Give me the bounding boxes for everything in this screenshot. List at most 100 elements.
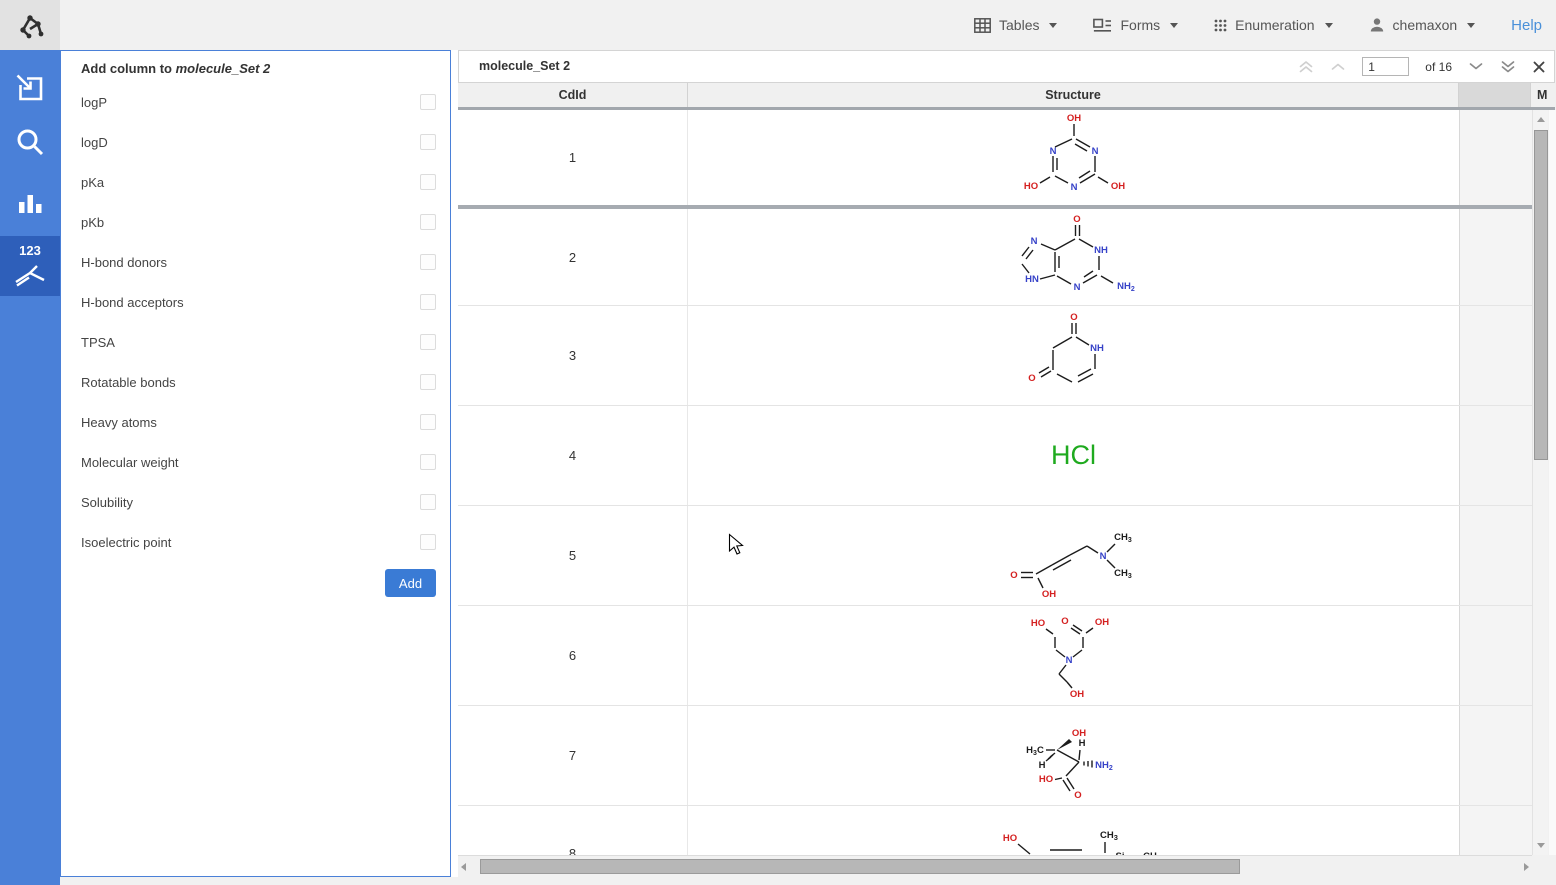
structure-drawing-partial: HO CH3 Si CH bbox=[688, 806, 1459, 855]
table-row-4[interactable]: 4 HCl bbox=[458, 406, 1532, 505]
table-row-1[interactable]: 1 N N N OH HO OH bbox=[458, 110, 1532, 205]
search-icon bbox=[14, 126, 46, 158]
checkbox-pKb[interactable] bbox=[420, 214, 436, 230]
chevron-down-icon bbox=[1467, 23, 1475, 28]
add-column-panel: Add column to molecule_Set 2 logP logD p… bbox=[60, 50, 451, 877]
svg-text:NH2: NH2 bbox=[1117, 281, 1135, 293]
svg-text:N: N bbox=[1070, 182, 1077, 193]
menu-enumeration[interactable]: Enumeration bbox=[1214, 17, 1332, 33]
double-chevron-down-icon bbox=[1500, 60, 1516, 73]
scroll-left-arrow-icon[interactable] bbox=[461, 863, 466, 871]
tables-grid-icon bbox=[974, 18, 991, 33]
svg-text:NH: NH bbox=[1090, 343, 1104, 354]
enumeration-dots-icon bbox=[1214, 19, 1227, 32]
close-grid-button[interactable] bbox=[1532, 60, 1546, 74]
table-row-7[interactable]: 7 H3C OH H H NH2 HO O bbox=[458, 706, 1532, 805]
menu-user-label: chemaxon bbox=[1393, 17, 1458, 33]
column-header-partial[interactable]: M bbox=[1531, 83, 1556, 107]
option-row-rotatable-bonds: Rotatable bonds bbox=[81, 363, 436, 403]
checkbox-logP[interactable] bbox=[420, 94, 436, 110]
cdid-value: 1 bbox=[569, 150, 576, 165]
svg-text:N: N bbox=[1030, 236, 1037, 247]
horizontal-scrollbar[interactable] bbox=[458, 855, 1532, 877]
top-menus: Tables Forms bbox=[974, 0, 1542, 50]
sidebar-item-search[interactable] bbox=[0, 122, 60, 162]
checkbox-tpsa[interactable] bbox=[420, 334, 436, 350]
checkbox-hbond-acceptors[interactable] bbox=[420, 294, 436, 310]
checkbox-rotatable-bonds[interactable] bbox=[420, 374, 436, 390]
vertical-scrollbar[interactable] bbox=[1532, 110, 1548, 855]
option-row-pKb: pKb bbox=[81, 203, 436, 243]
menu-user-chemaxon[interactable]: chemaxon bbox=[1369, 17, 1476, 33]
scroll-down-arrow-icon[interactable] bbox=[1537, 843, 1545, 848]
column-header-cdid[interactable]: CdId bbox=[458, 83, 688, 107]
checkbox-logD[interactable] bbox=[420, 134, 436, 150]
checkbox-hbond-donors[interactable] bbox=[420, 254, 436, 270]
menu-tables-label: Tables bbox=[999, 17, 1039, 33]
cdid-cell: 2 bbox=[458, 209, 688, 305]
checkbox-pKa[interactable] bbox=[420, 174, 436, 190]
chevron-up-icon bbox=[1330, 62, 1346, 71]
app-logo-button[interactable] bbox=[0, 0, 60, 50]
sidebar-item-calculations[interactable]: 123 bbox=[0, 236, 60, 296]
cdid-cell: 1 bbox=[458, 110, 688, 205]
option-label: H-bond donors bbox=[81, 243, 167, 283]
table-row-3[interactable]: 3 O NH O bbox=[458, 306, 1532, 405]
checkbox-isoelectric-point[interactable] bbox=[420, 534, 436, 550]
menu-forms[interactable]: Forms bbox=[1093, 17, 1178, 33]
checkbox-heavy-atoms[interactable] bbox=[420, 414, 436, 430]
vertical-scrollbar-thumb[interactable] bbox=[1534, 130, 1548, 460]
svg-text:HO: HO bbox=[1038, 774, 1052, 785]
left-sidebar: 123 bbox=[0, 50, 60, 885]
row-divider bbox=[458, 305, 1532, 306]
svg-text:O: O bbox=[1070, 312, 1077, 323]
svg-text:CH3: CH3 bbox=[1114, 532, 1132, 544]
table-row-6[interactable]: 6 N O OH HO OH bbox=[458, 606, 1532, 705]
column-header-highlighted[interactable] bbox=[1459, 83, 1531, 107]
option-label: Solubility bbox=[81, 483, 133, 523]
cdid-cell: 4 bbox=[458, 406, 688, 505]
cdid-cell: 6 bbox=[458, 606, 688, 705]
panel-grid-gap bbox=[451, 50, 458, 877]
scroll-up-arrow-icon[interactable] bbox=[1537, 117, 1545, 122]
checkbox-solubility[interactable] bbox=[420, 494, 436, 510]
row-divider bbox=[458, 605, 1532, 606]
table-row-2[interactable]: 2 O NH N N HN NH2 bbox=[458, 209, 1532, 305]
previous-page-button[interactable] bbox=[1330, 62, 1346, 71]
svg-text:N: N bbox=[1073, 282, 1080, 293]
scroll-right-arrow-icon[interactable] bbox=[1524, 863, 1529, 871]
svg-text:O: O bbox=[1010, 570, 1017, 581]
last-page-button[interactable] bbox=[1500, 60, 1516, 73]
structure-cell: N O OH HO OH bbox=[688, 606, 1459, 705]
structure-cell: O OH N CH3 CH3 bbox=[688, 506, 1459, 605]
svg-text:N: N bbox=[1049, 146, 1056, 157]
first-page-button[interactable] bbox=[1298, 60, 1314, 73]
checkbox-molecular-weight[interactable] bbox=[420, 454, 436, 470]
column-header-structure[interactable]: Structure bbox=[688, 83, 1459, 107]
scrollbar-corner bbox=[1532, 855, 1556, 877]
sidebar-item-import[interactable] bbox=[0, 68, 60, 108]
page-number-input[interactable] bbox=[1362, 57, 1409, 76]
sidebar-item-charts[interactable] bbox=[0, 182, 60, 222]
table-row-8-partial[interactable]: 8 HO CH3 Si CH bbox=[458, 806, 1532, 855]
option-label: H-bond acceptors bbox=[81, 283, 184, 323]
cdid-cell: 8 bbox=[458, 806, 688, 855]
structure-drawing-bicine: N O OH HO OH bbox=[999, 608, 1149, 703]
close-icon bbox=[1532, 60, 1546, 74]
horizontal-scrollbar-thumb[interactable] bbox=[480, 859, 1240, 874]
svg-text:O: O bbox=[1074, 790, 1081, 801]
cdid-value: 4 bbox=[569, 448, 576, 463]
user-icon bbox=[1369, 17, 1385, 33]
add-button[interactable]: Add bbox=[385, 569, 436, 597]
cdid-value: 6 bbox=[569, 648, 576, 663]
structure-drawing-dimethylaminobutenoic-acid: O OH N CH3 CH3 bbox=[989, 508, 1159, 603]
double-chevron-up-icon bbox=[1298, 60, 1314, 73]
next-page-button[interactable] bbox=[1468, 62, 1484, 71]
help-link[interactable]: Help bbox=[1511, 17, 1542, 34]
svg-text:NH: NH bbox=[1094, 245, 1108, 256]
table-row-5[interactable]: 5 O OH N CH3 CH3 bbox=[458, 506, 1532, 605]
menu-tables[interactable]: Tables bbox=[974, 17, 1057, 33]
structure-cell: O NH O bbox=[688, 306, 1459, 405]
option-row-pKa: pKa bbox=[81, 163, 436, 203]
row-divider-thick bbox=[458, 205, 1532, 209]
